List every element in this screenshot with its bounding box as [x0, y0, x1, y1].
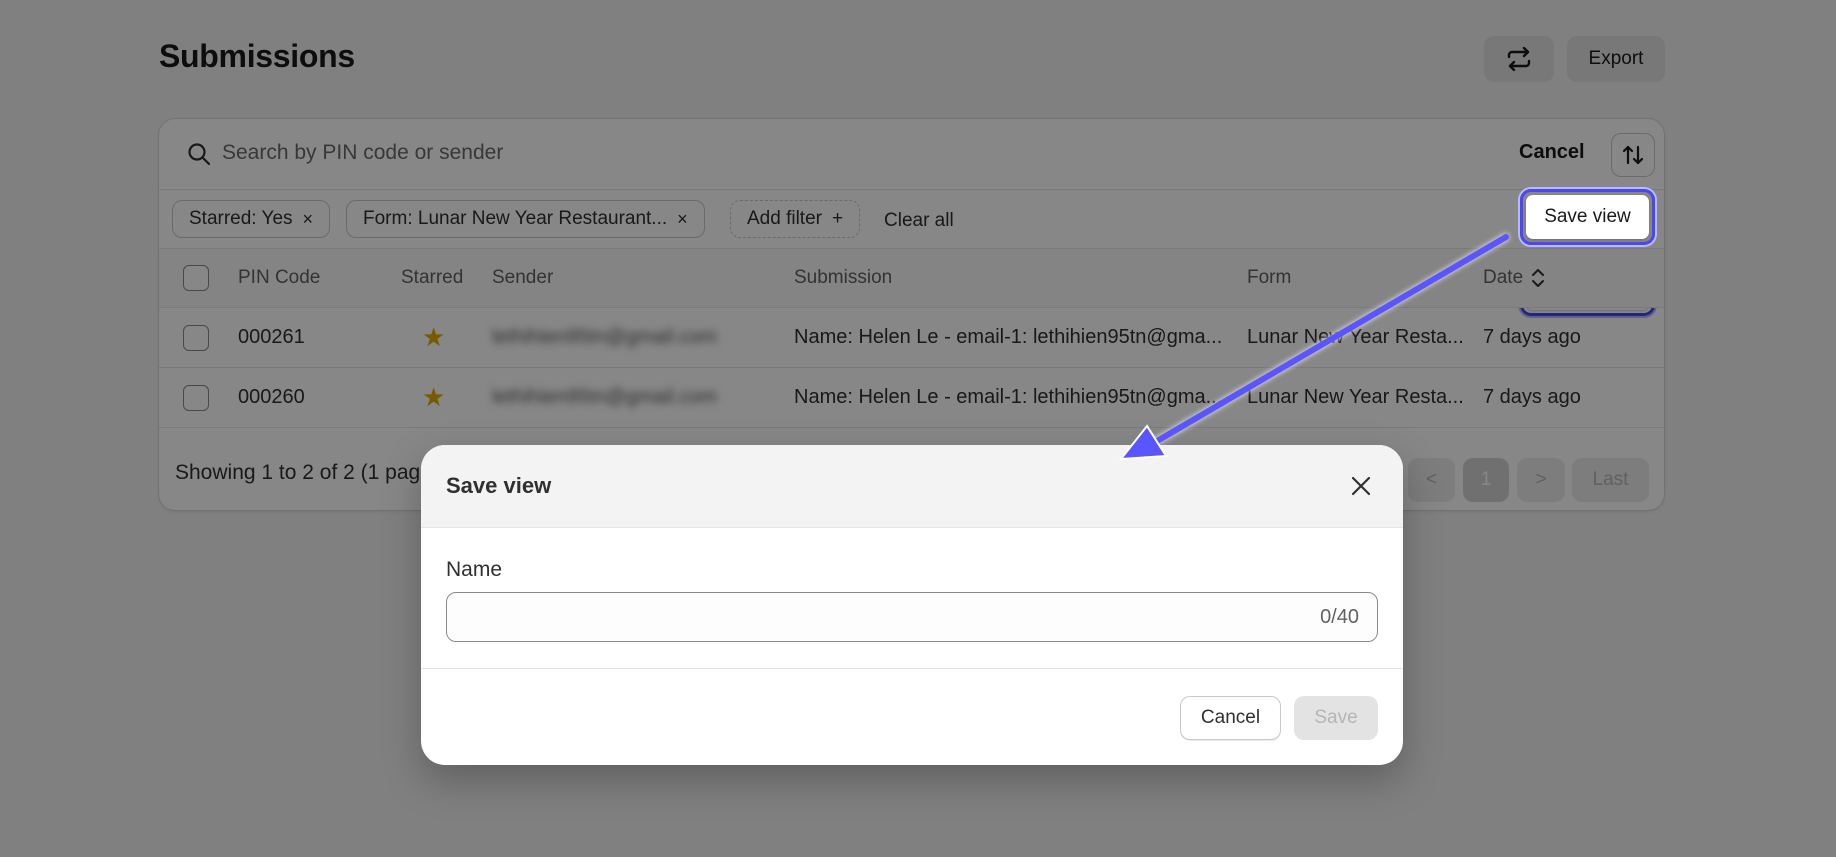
annotation-arrow [1118, 234, 1509, 461]
